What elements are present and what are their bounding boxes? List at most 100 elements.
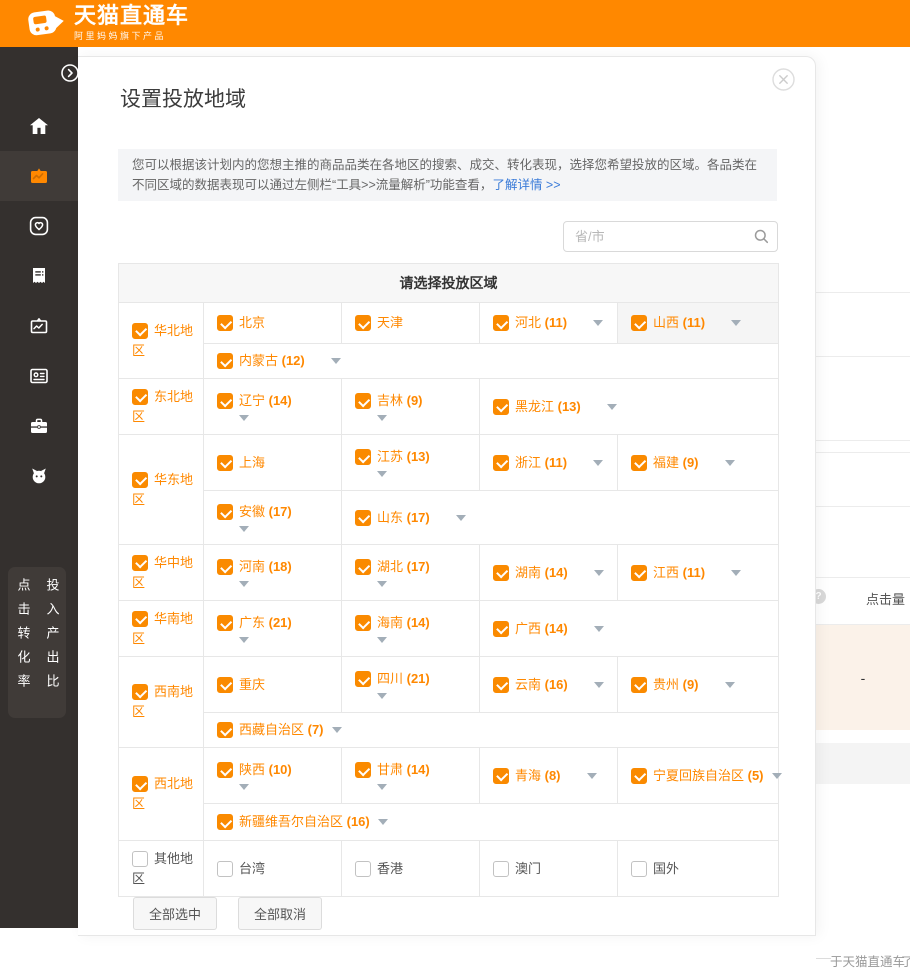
sidebar-item-favorites[interactable] xyxy=(0,201,78,251)
close-button[interactable] xyxy=(772,68,795,91)
checkbox[interactable] xyxy=(355,393,371,409)
checkbox[interactable] xyxy=(631,677,647,693)
province-cell[interactable]: 重庆 xyxy=(203,657,341,712)
checkbox[interactable] xyxy=(217,762,233,778)
checkbox[interactable] xyxy=(217,315,233,331)
chevron-down-icon[interactable] xyxy=(239,784,249,790)
province-cell[interactable]: 江苏 (13) xyxy=(341,435,479,490)
province-cell[interactable]: 广东 (21) xyxy=(203,601,341,656)
chevron-down-icon[interactable] xyxy=(594,682,604,688)
metric-tab-roi[interactable]: 投入产出比 xyxy=(42,578,62,718)
search-input[interactable] xyxy=(563,221,778,252)
chevron-down-icon[interactable] xyxy=(725,682,735,688)
province-cell[interactable]: 山东 (17) xyxy=(341,491,778,544)
select-all-button[interactable]: 全部选中 xyxy=(133,897,217,930)
chevron-down-icon[interactable] xyxy=(239,415,249,421)
checkbox[interactable] xyxy=(132,684,148,700)
sidebar-item-campaign[interactable] xyxy=(0,151,78,201)
chevron-down-icon[interactable] xyxy=(377,415,387,421)
checkbox[interactable] xyxy=(217,615,233,631)
province-cell[interactable]: 江西 (11) xyxy=(617,545,778,600)
checkbox[interactable] xyxy=(132,323,148,339)
checkbox[interactable] xyxy=(132,472,148,488)
province-cell[interactable]: 香港 xyxy=(341,841,479,896)
region-group-cell[interactable]: 华南地区 xyxy=(119,601,203,656)
province-cell[interactable]: 内蒙古 (12) xyxy=(203,344,778,378)
checkbox[interactable] xyxy=(355,861,371,877)
province-cell[interactable]: 安徽 (17) xyxy=(203,491,341,544)
checkbox[interactable] xyxy=(493,565,509,581)
chevron-down-icon[interactable] xyxy=(725,460,735,466)
chevron-down-icon[interactable] xyxy=(731,570,741,576)
province-cell[interactable]: 新疆维吾尔自治区 (16) xyxy=(203,804,778,840)
checkbox[interactable] xyxy=(355,449,371,465)
province-cell[interactable]: 山西 (11) xyxy=(617,303,778,343)
checkbox[interactable] xyxy=(217,504,233,520)
region-group-cell[interactable]: 华东地区 xyxy=(119,435,203,544)
chevron-down-icon[interactable] xyxy=(378,819,388,825)
chevron-down-icon[interactable] xyxy=(593,320,603,326)
chevron-down-icon[interactable] xyxy=(239,526,249,532)
checkbox[interactable] xyxy=(132,851,148,867)
province-cell[interactable]: 天津 xyxy=(341,303,479,343)
province-cell[interactable]: 台湾 xyxy=(203,841,341,896)
province-cell[interactable]: 陕西 (10) xyxy=(203,748,341,803)
checkbox[interactable] xyxy=(217,455,233,471)
checkbox[interactable] xyxy=(217,559,233,575)
province-cell[interactable]: 海南 (14) xyxy=(341,601,479,656)
sidebar-item-report[interactable] xyxy=(0,251,78,301)
checkbox[interactable] xyxy=(355,559,371,575)
chevron-down-icon[interactable] xyxy=(607,404,617,410)
province-cell[interactable]: 西藏自治区 (7) xyxy=(203,713,778,747)
sidebar-item-home[interactable] xyxy=(0,101,78,151)
chevron-down-icon[interactable] xyxy=(456,515,466,521)
chevron-down-icon[interactable] xyxy=(594,570,604,576)
checkbox[interactable] xyxy=(132,611,148,627)
checkbox[interactable] xyxy=(132,776,148,792)
sidebar-item-mail-analytics[interactable] xyxy=(0,301,78,351)
province-cell[interactable]: 广西 (14) xyxy=(479,601,778,656)
chevron-down-icon[interactable] xyxy=(377,581,387,587)
province-cell[interactable]: 澳门 xyxy=(479,841,617,896)
chevron-down-icon[interactable] xyxy=(239,637,249,643)
chevron-down-icon[interactable] xyxy=(593,460,603,466)
checkbox[interactable] xyxy=(217,677,233,693)
province-cell[interactable]: 国外 xyxy=(617,841,778,896)
checkbox[interactable] xyxy=(217,861,233,877)
province-cell[interactable]: 云南 (16) xyxy=(479,657,617,712)
province-cell[interactable]: 上海 xyxy=(203,435,341,490)
region-group-cell[interactable]: 其他地区 xyxy=(119,841,203,896)
deselect-all-button[interactable]: 全部取消 xyxy=(238,897,322,930)
checkbox[interactable] xyxy=(493,455,509,471)
sidebar-item-tools[interactable] xyxy=(0,401,78,451)
chevron-down-icon[interactable] xyxy=(239,581,249,587)
checkbox[interactable] xyxy=(355,510,371,526)
checkbox[interactable] xyxy=(132,389,148,405)
checkbox[interactable] xyxy=(493,315,509,331)
checkbox[interactable] xyxy=(132,555,148,571)
chevron-down-icon[interactable] xyxy=(772,773,782,779)
region-group-cell[interactable]: 华中地区 xyxy=(119,545,203,600)
checkbox[interactable] xyxy=(355,615,371,631)
province-cell[interactable]: 河南 (18) xyxy=(203,545,341,600)
region-group-cell[interactable]: 西北地区 xyxy=(119,748,203,840)
province-cell[interactable]: 辽宁 (14) xyxy=(203,379,341,434)
checkbox[interactable] xyxy=(217,393,233,409)
sidebar-item-tmall[interactable] xyxy=(0,451,78,501)
checkbox[interactable] xyxy=(493,861,509,877)
province-cell[interactable]: 青海 (8) xyxy=(479,748,617,803)
checkbox[interactable] xyxy=(217,722,233,738)
checkbox[interactable] xyxy=(217,353,233,369)
province-cell[interactable]: 贵州 (9) xyxy=(617,657,778,712)
region-group-cell[interactable]: 西南地区 xyxy=(119,657,203,747)
province-cell[interactable]: 河北 (11) xyxy=(479,303,617,343)
province-cell[interactable]: 黑龙江 (13) xyxy=(479,379,778,434)
checkbox[interactable] xyxy=(631,565,647,581)
province-cell[interactable]: 宁夏回族自治区 (5) xyxy=(617,748,778,803)
checkbox[interactable] xyxy=(355,315,371,331)
checkbox[interactable] xyxy=(493,621,509,637)
checkbox[interactable] xyxy=(631,455,647,471)
region-group-cell[interactable]: 华北地区 xyxy=(119,303,203,378)
province-cell[interactable]: 福建 (9) xyxy=(617,435,778,490)
province-cell[interactable]: 湖北 (17) xyxy=(341,545,479,600)
